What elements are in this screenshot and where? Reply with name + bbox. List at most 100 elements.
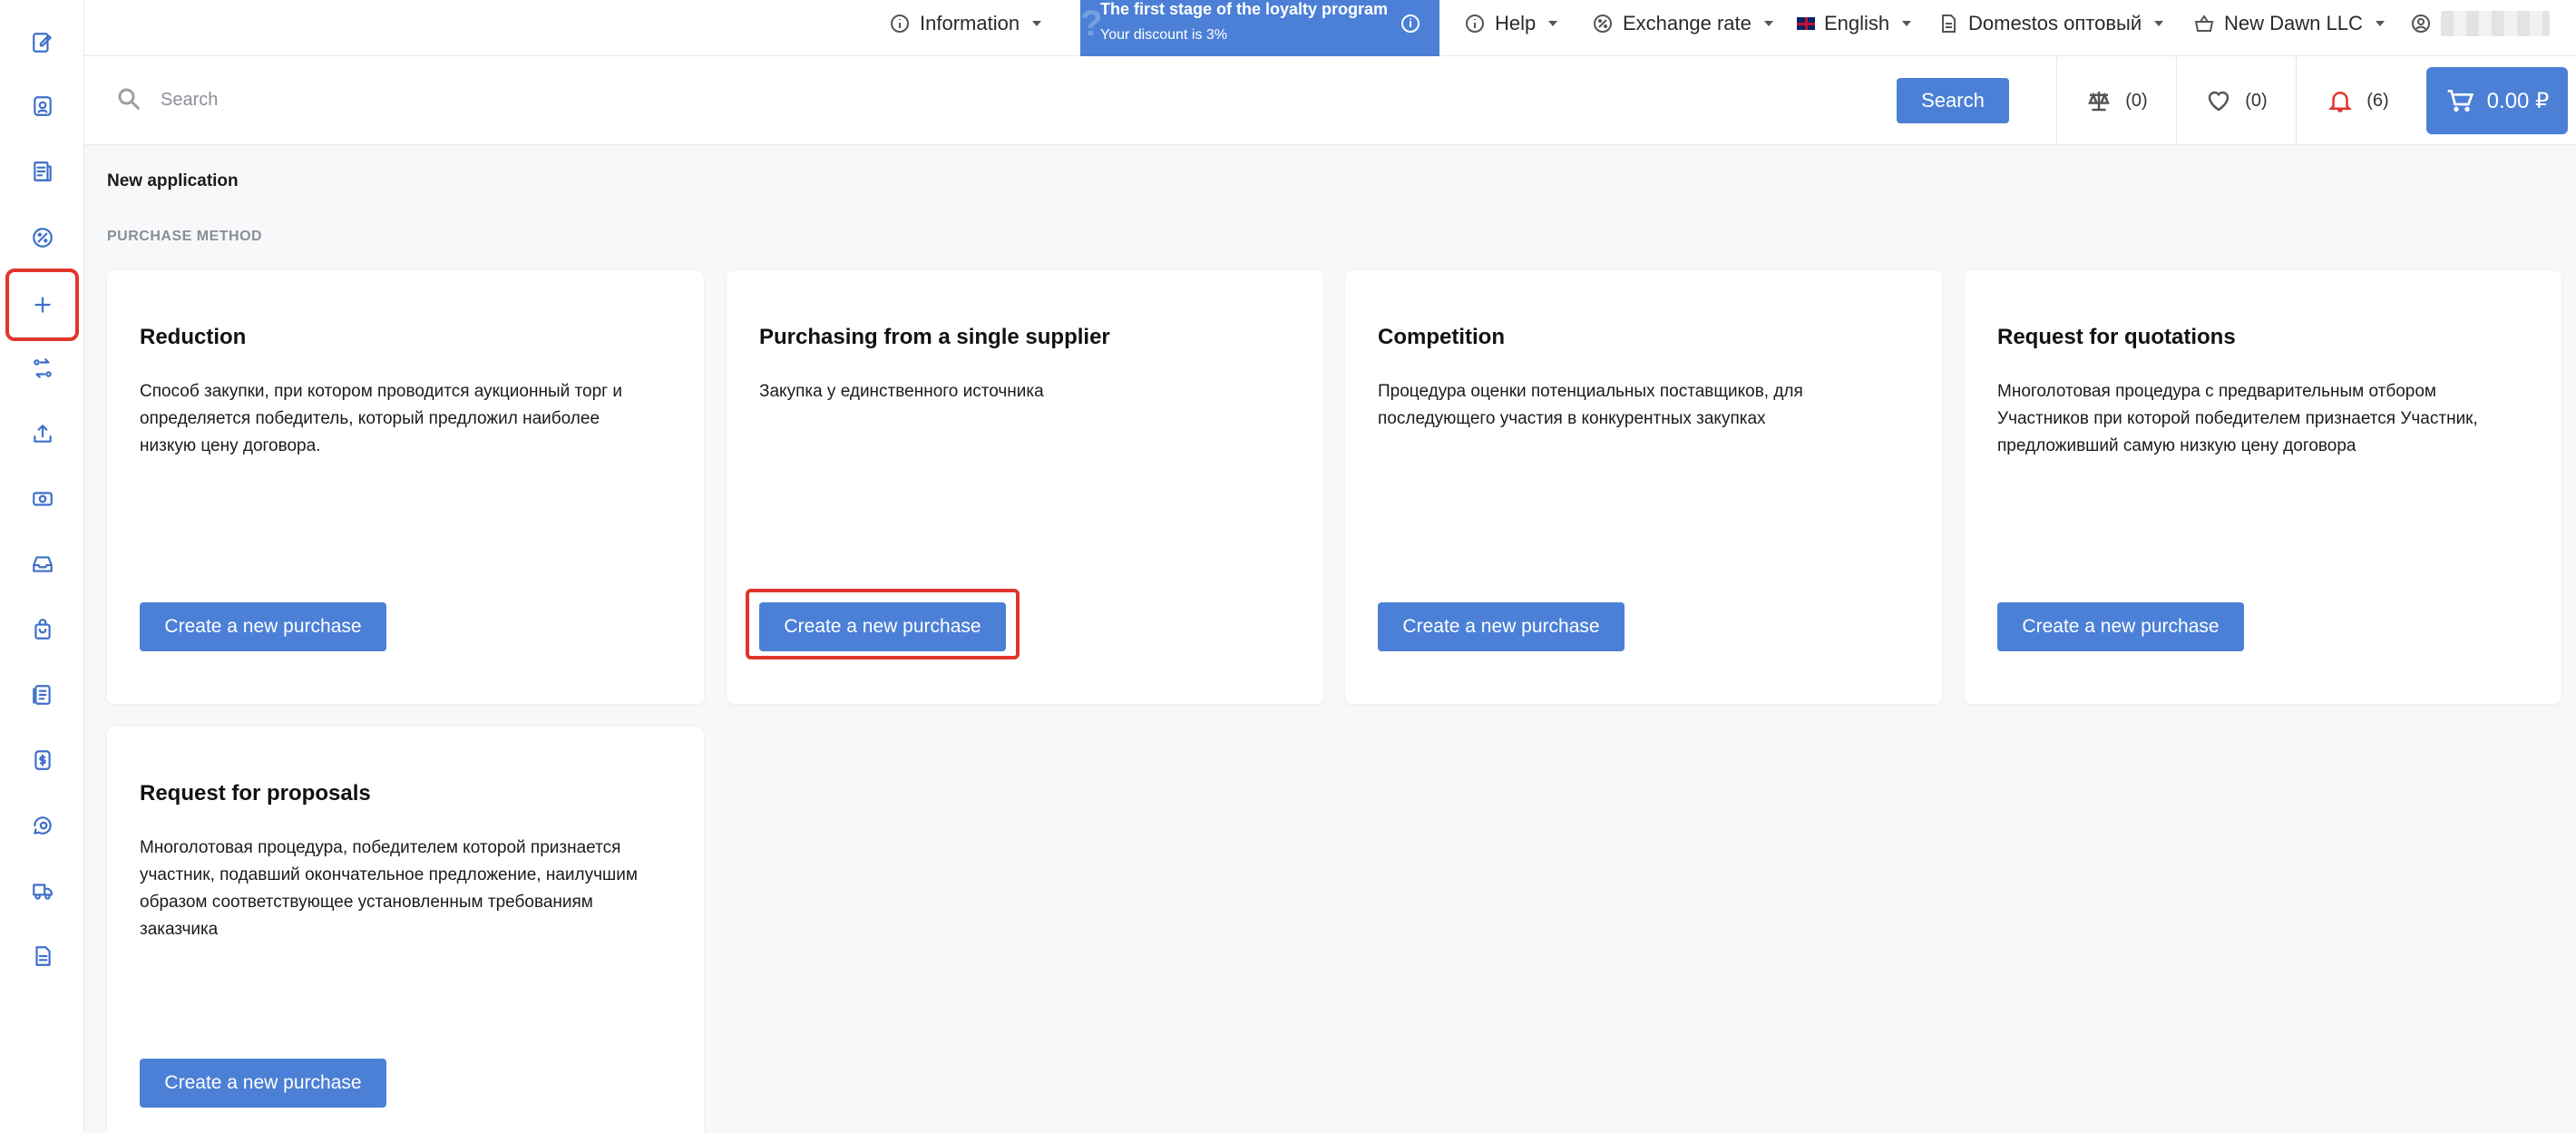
bell-icon <box>2328 92 2353 112</box>
cart-button[interactable]: 0.00 ₽ <box>2426 67 2568 134</box>
sidebar-item-chat[interactable] <box>13 799 72 852</box>
loyalty-stage-icon: ? <box>1080 4 1103 44</box>
store-menu[interactable]: Domestos оптовый <box>1937 0 2164 47</box>
information-label: Information <box>920 12 1020 34</box>
card-title: Purchasing from a single supplier <box>759 325 1110 349</box>
catalog-icon <box>32 685 51 705</box>
card-description: Процедура оценки потенциальных поставщик… <box>1378 382 1803 428</box>
card-description: Способ закупки, при котором проводится а… <box>140 382 622 455</box>
search-input[interactable] <box>161 82 1884 118</box>
percent-icon <box>1594 15 1612 33</box>
sidebar-item-inbox[interactable] <box>13 538 72 591</box>
chevron-down-icon <box>1763 21 1773 26</box>
compare-counter[interactable]: (0) <box>2056 56 2176 145</box>
loyalty-subtitle: Your discount is 3% <box>1100 27 1227 43</box>
percent-icon <box>32 228 53 248</box>
purchase-method-card: Competition Процедура оценки потенциальн… <box>1345 270 1942 704</box>
create-purchase-button[interactable]: Create a new purchase <box>140 602 386 651</box>
section-label: PURCHASE METHOD <box>107 229 263 244</box>
create-purchase-button[interactable]: Create a new purchase <box>1378 602 1625 651</box>
card-title: Request for quotations <box>1997 325 2236 349</box>
basket-icon <box>2194 15 2214 32</box>
sidebar-item-exchange[interactable] <box>13 342 72 395</box>
info-icon <box>891 15 909 33</box>
truck-icon <box>32 884 53 900</box>
sidebar-item-edit[interactable] <box>13 16 72 69</box>
document-list-icon <box>33 161 52 181</box>
edit-icon <box>32 33 52 53</box>
notifications-count: (6) <box>2366 90 2389 111</box>
purchase-method-card: Reduction Способ закупки, при котором пр… <box>107 270 704 704</box>
chevron-down-icon <box>1902 21 1912 26</box>
sidebar-item-upload[interactable] <box>13 407 72 460</box>
company-menu[interactable]: New Dawn LLC <box>2193 0 2385 47</box>
cart-icon <box>2447 90 2474 112</box>
purchase-method-card: Request for quotations Многолотовая проц… <box>1965 270 2561 704</box>
loyalty-banner[interactable]: ? The first stage of the loyalty program… <box>1080 0 1439 56</box>
upload-icon <box>33 425 52 443</box>
information-menu[interactable]: Information <box>889 0 1042 47</box>
notifications-counter[interactable]: (6) <box>2296 56 2419 145</box>
exchange-rate-label: Exchange rate <box>1623 12 1751 34</box>
sidebar-item-file[interactable] <box>13 930 72 982</box>
loyalty-title: The first stage of the loyalty program <box>1100 0 1389 18</box>
sidebar-item-documents[interactable] <box>13 145 72 198</box>
card-title: Request for proposals <box>140 781 371 806</box>
sidebar-item-money[interactable] <box>13 473 72 525</box>
card-title: Reduction <box>140 325 247 349</box>
chevron-down-icon <box>1548 21 1558 26</box>
language-menu[interactable]: English <box>1797 0 1912 47</box>
sidebar <box>0 0 84 1133</box>
store-label: Domestos оптовый <box>1968 12 2142 34</box>
loyalty-info-icon[interactable]: i <box>1401 15 1420 33</box>
chevron-down-icon <box>2154 21 2164 26</box>
create-purchase-button[interactable]: Create a new purchase <box>140 1059 386 1108</box>
card-description: Многолотовая процедура с предварительным… <box>1997 382 2478 455</box>
file-icon <box>34 946 51 966</box>
create-purchase-button[interactable]: Create a new purchase <box>1997 602 2244 651</box>
favorites-count: (0) <box>2245 90 2268 111</box>
dollar-doc-icon <box>34 750 51 770</box>
search-bar: Search (0) (0) (6) 0.00 ₽ <box>84 56 2576 145</box>
sidebar-item-delivery[interactable] <box>13 864 72 917</box>
language-label: English <box>1824 12 1890 34</box>
help-menu[interactable]: Help <box>1464 0 1558 47</box>
plus-icon <box>34 297 51 313</box>
top-bar: Information ? The first stage of the loy… <box>84 0 2576 56</box>
sidebar-item-new-application[interactable] <box>5 269 79 341</box>
sidebar-item-discounts[interactable] <box>13 211 72 264</box>
create-purchase-button[interactable]: Create a new purchase <box>759 602 1006 651</box>
info-icon <box>1466 15 1484 33</box>
exchange-rate-menu[interactable]: Exchange rate <box>1592 0 1773 47</box>
user-menu[interactable] <box>2410 0 2550 47</box>
bag-icon <box>34 619 51 640</box>
purchase-method-card: Request for proposals Многолотовая проце… <box>107 727 704 1133</box>
search-icon <box>115 85 142 112</box>
sidebar-item-bag[interactable] <box>13 603 72 656</box>
compare-count: (0) <box>2125 90 2148 111</box>
uk-flag-icon <box>1797 17 1815 30</box>
chat-search-icon <box>33 816 52 835</box>
page-title: New application <box>107 171 239 190</box>
exchange-icon <box>33 358 52 378</box>
scales-icon <box>2088 92 2111 112</box>
sidebar-item-payments[interactable] <box>13 734 72 786</box>
document-icon <box>1942 15 1956 33</box>
chevron-down-icon <box>1032 21 1042 26</box>
profile-card-icon <box>33 96 52 116</box>
favorites-counter[interactable]: (0) <box>2176 56 2296 145</box>
purchase-method-card: Purchasing from a single supplier Закупк… <box>727 270 1323 704</box>
card-description: Закупка у единственного источника <box>759 382 1044 401</box>
money-icon <box>32 492 53 506</box>
company-label: New Dawn LLC <box>2224 12 2363 34</box>
inbox-icon <box>32 556 53 572</box>
card-title: Competition <box>1378 325 1505 349</box>
help-label: Help <box>1495 12 1537 34</box>
user-avatar-icon <box>2412 15 2430 33</box>
sidebar-item-profile[interactable] <box>13 80 72 132</box>
cart-total: 0.00 ₽ <box>2486 88 2550 113</box>
user-name-redacted <box>2441 11 2550 36</box>
sidebar-item-catalog[interactable] <box>13 669 72 721</box>
search-button[interactable]: Search <box>1897 78 2009 123</box>
chevron-down-icon <box>2375 21 2385 26</box>
